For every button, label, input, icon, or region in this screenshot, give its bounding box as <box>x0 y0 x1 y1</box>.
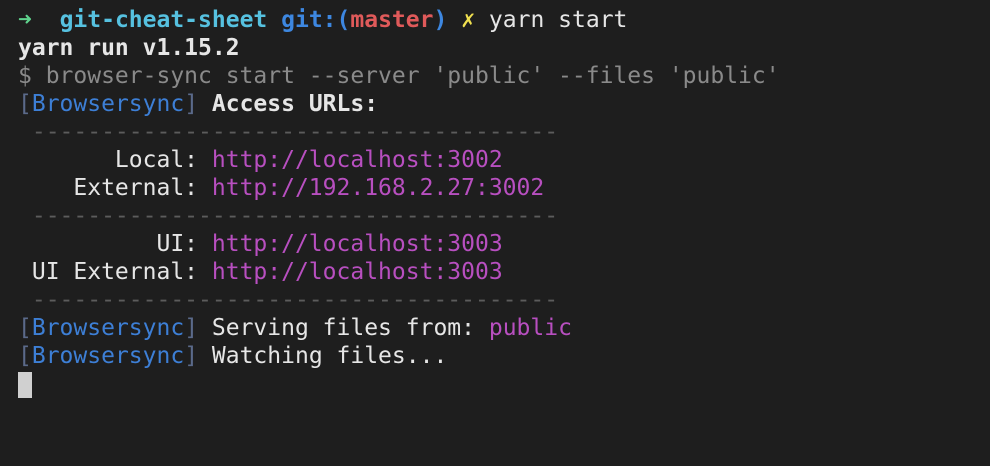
bracket-close: ] <box>184 343 199 369</box>
external-url-link[interactable]: http://192.168.2.27:3002 <box>212 175 544 201</box>
local-url-line: Local: http://localhost:3002 <box>18 146 990 174</box>
bracket-close: ] <box>184 315 199 341</box>
ui-external-url-link[interactable]: http://localhost:3003 <box>212 259 503 285</box>
browsersync-tag: Browsersync <box>31 91 185 117</box>
local-label: Local: <box>18 147 212 173</box>
ui-external-label: UI External: <box>18 259 212 285</box>
external-label: External: <box>18 175 212 201</box>
git-branch: master <box>350 7 434 33</box>
watching-text: Watching files... <box>198 343 448 369</box>
dirty-mark-icon: ✗ <box>461 7 476 33</box>
executed-command-line: $ browser-sync start --server 'public' -… <box>18 63 780 89</box>
prompt-arrow-icon: ➜ <box>18 7 32 33</box>
ui-url-line: UI: http://localhost:3003 <box>18 230 990 258</box>
bracket-open: [ <box>18 91 32 117</box>
serving-dir: public <box>488 315 572 341</box>
access-urls-line: [Browsersync] Access URLs: <box>18 90 990 118</box>
separator-1: -------------------------------------- <box>18 119 559 145</box>
external-url-line: External: http://192.168.2.27:3002 <box>18 174 990 202</box>
bracket-open: [ <box>18 315 32 341</box>
yarn-version-line: yarn run v1.15.2 <box>18 35 240 61</box>
ui-url-link[interactable]: http://localhost:3003 <box>212 231 503 257</box>
prompt-line: ➜ git-cheat-sheet git:(master) ✗ yarn st… <box>18 6 990 34</box>
terminal-cursor <box>18 371 32 398</box>
ui-label: UI: <box>18 231 212 257</box>
browsersync-tag: Browsersync <box>31 343 185 369</box>
terminal[interactable]: ➜ git-cheat-sheet git:(master) ✗ yarn st… <box>0 0 990 398</box>
bracket-close: ] <box>184 91 199 117</box>
bracket-open: [ <box>18 343 32 369</box>
ui-external-url-line: UI External: http://localhost:3003 <box>18 258 990 286</box>
prompt-directory: git-cheat-sheet <box>59 7 268 33</box>
local-url-link[interactable]: http://localhost:3002 <box>212 147 503 173</box>
serving-files-line: [Browsersync] Serving files from: public <box>18 314 990 342</box>
git-suffix: ) <box>433 7 448 33</box>
access-urls-heading: Access URLs: <box>198 91 379 117</box>
separator-2: -------------------------------------- <box>18 203 559 229</box>
separator-3: -------------------------------------- <box>18 287 559 313</box>
prompt-command: yarn start <box>488 7 628 33</box>
browsersync-tag: Browsersync <box>31 315 185 341</box>
watching-files-line: [Browsersync] Watching files... <box>18 342 990 370</box>
git-prefix: git:( <box>281 7 351 33</box>
cursor-line <box>18 370 990 398</box>
serving-text: Serving files from: <box>198 315 489 341</box>
